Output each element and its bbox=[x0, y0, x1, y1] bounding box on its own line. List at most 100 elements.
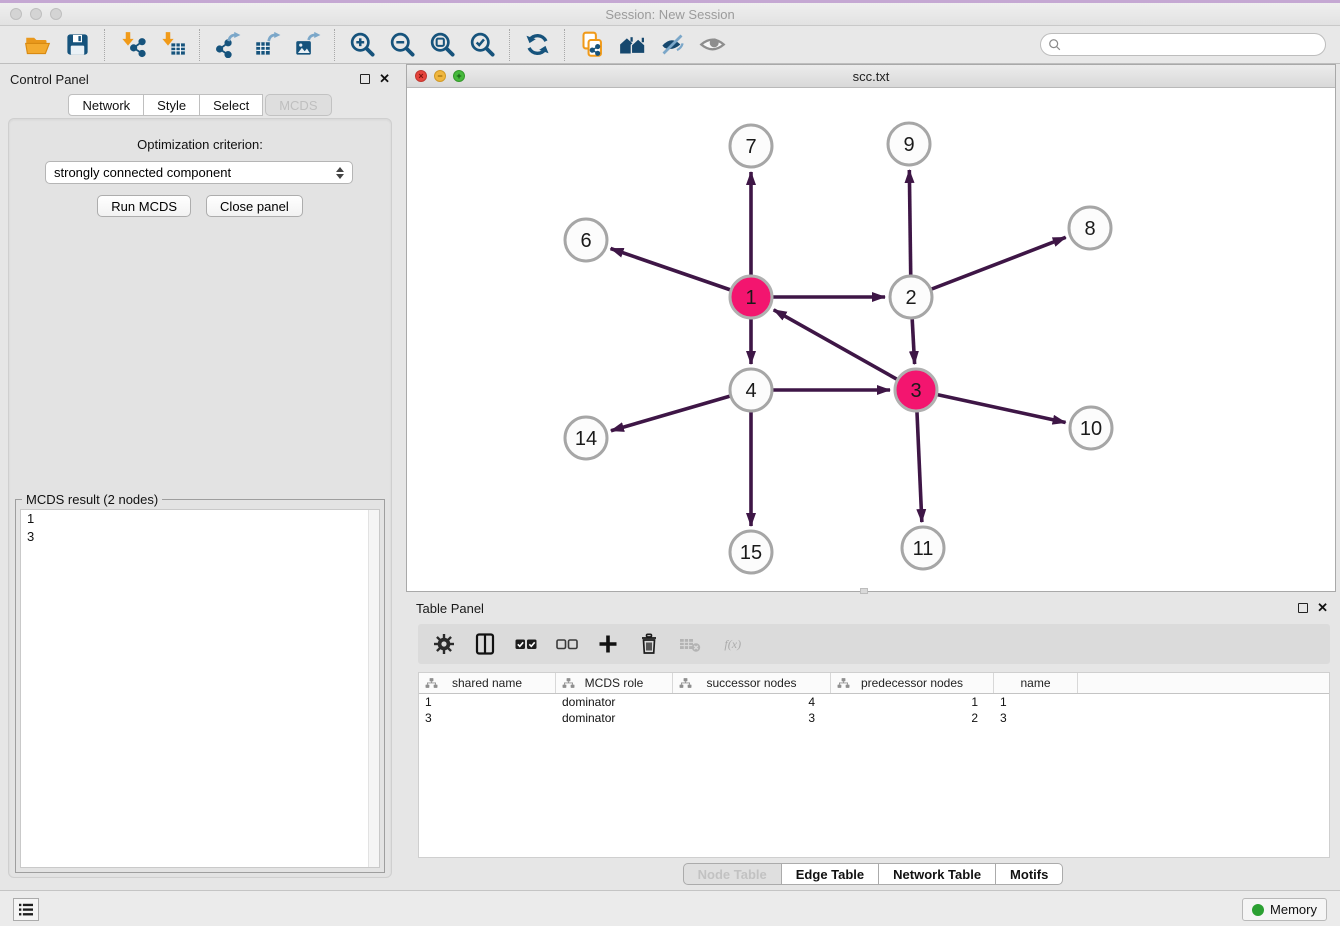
run-mcds-button[interactable]: Run MCDS bbox=[97, 195, 191, 217]
tab-style[interactable]: Style bbox=[144, 94, 200, 116]
criterion-select[interactable]: strongly connected component bbox=[45, 161, 353, 184]
delete-table-button bbox=[677, 631, 703, 657]
search-field[interactable] bbox=[1040, 33, 1326, 56]
mcds-result-item[interactable]: 3 bbox=[21, 528, 379, 546]
toggle-split-view-button[interactable] bbox=[472, 631, 498, 657]
graph-node-4[interactable]: 4 bbox=[730, 369, 772, 411]
column-header-MCDS-role[interactable]: MCDS role bbox=[556, 673, 673, 693]
save-session-button[interactable] bbox=[62, 30, 92, 60]
apply-layout-button[interactable] bbox=[522, 30, 552, 60]
tab-node-table[interactable]: Node Table bbox=[683, 863, 782, 885]
table-close-icon[interactable]: ✕ bbox=[1317, 603, 1328, 613]
control-panel: Control Panel ✕ NetworkStyleSelectMCDS O… bbox=[0, 64, 400, 890]
memory-button[interactable]: Memory bbox=[1242, 898, 1327, 921]
graph-node-6[interactable]: 6 bbox=[565, 219, 607, 261]
graph-node-8[interactable]: 8 bbox=[1069, 207, 1111, 249]
network-window-title: scc.txt bbox=[407, 69, 1335, 84]
table-options-button[interactable] bbox=[431, 631, 457, 657]
export-image-button[interactable] bbox=[292, 30, 322, 60]
tab-select[interactable]: Select bbox=[200, 94, 263, 116]
graph-edge-2-8[interactable] bbox=[911, 237, 1066, 297]
close-panel-icon[interactable]: ✕ bbox=[379, 74, 390, 84]
export-table-button[interactable] bbox=[252, 30, 282, 60]
table-row[interactable]: 3dominator323 bbox=[419, 710, 1329, 726]
table-float-icon[interactable] bbox=[1298, 603, 1308, 613]
import-network-button[interactable] bbox=[117, 30, 147, 60]
splitter-grip[interactable] bbox=[860, 588, 868, 594]
network-window-titlebar[interactable]: scc.txt × − + bbox=[407, 65, 1335, 88]
table-row[interactable]: 1dominator411 bbox=[419, 694, 1329, 710]
zoom-fit-button[interactable] bbox=[427, 30, 457, 60]
column-sort-icon bbox=[837, 677, 850, 690]
network-maximize-button[interactable]: + bbox=[453, 70, 465, 82]
tab-mcds[interactable]: MCDS bbox=[265, 94, 331, 116]
tab-motifs[interactable]: Motifs bbox=[996, 863, 1063, 885]
graph-node-3[interactable]: 3 bbox=[895, 369, 937, 411]
column-header-label: predecessor nodes bbox=[861, 676, 963, 690]
cell-predecessor-nodes[interactable]: 1 bbox=[831, 694, 994, 710]
optimization-criterion-label: Optimization criterion: bbox=[9, 137, 391, 152]
graph-edge-3-1[interactable] bbox=[774, 310, 916, 390]
tab-network-table[interactable]: Network Table bbox=[879, 863, 996, 885]
close-panel-button[interactable]: Close panel bbox=[206, 195, 303, 217]
graph-node-14[interactable]: 14 bbox=[565, 417, 607, 459]
split-view-icon bbox=[473, 632, 497, 656]
cell-successor-nodes[interactable]: 3 bbox=[673, 710, 831, 726]
cell-name[interactable]: 1 bbox=[994, 694, 1078, 710]
search-input[interactable] bbox=[1062, 38, 1325, 52]
graph-node-label: 11 bbox=[913, 538, 934, 560]
hide-panel-button[interactable] bbox=[657, 30, 687, 60]
tab-network[interactable]: Network bbox=[68, 94, 144, 116]
cell-shared-name[interactable]: 1 bbox=[419, 694, 556, 710]
result-scrollbar[interactable] bbox=[368, 510, 379, 867]
network-canvas[interactable]: 7 9 6 8 1 2 4 3 14 10 15 11 bbox=[407, 88, 1335, 591]
network-close-button[interactable]: × bbox=[415, 70, 427, 82]
unselect-all-button[interactable] bbox=[554, 631, 580, 657]
cell-name[interactable]: 3 bbox=[994, 710, 1078, 726]
graph-node-11[interactable]: 11 bbox=[902, 527, 944, 569]
graph-node-15[interactable]: 15 bbox=[730, 531, 772, 573]
add-column-button[interactable] bbox=[595, 631, 621, 657]
graph-node-label: 10 bbox=[1080, 418, 1102, 440]
eye-icon bbox=[699, 31, 726, 58]
graph-node-7[interactable]: 7 bbox=[730, 125, 772, 167]
cell-shared-name[interactable]: 3 bbox=[419, 710, 556, 726]
zoom-in-button[interactable] bbox=[347, 30, 377, 60]
graph-node-2[interactable]: 2 bbox=[890, 276, 932, 318]
delete-columns-button[interactable] bbox=[636, 631, 662, 657]
column-header-successor-nodes[interactable]: successor nodes bbox=[673, 673, 831, 693]
show-networks-overview-button[interactable] bbox=[617, 30, 647, 60]
unselect-all-icon bbox=[555, 632, 579, 656]
cell-MCDS-role[interactable]: dominator bbox=[556, 694, 673, 710]
tab-edge-table[interactable]: Edge Table bbox=[782, 863, 879, 885]
float-panel-icon[interactable] bbox=[360, 74, 370, 84]
mcds-result-list[interactable]: 13 bbox=[20, 509, 380, 868]
import-table-button[interactable] bbox=[157, 30, 187, 60]
show-task-history-button[interactable] bbox=[13, 898, 39, 921]
graph-node-9[interactable]: 9 bbox=[888, 123, 930, 165]
zoom-out-button[interactable] bbox=[387, 30, 417, 60]
network-minimize-button[interactable]: − bbox=[434, 70, 446, 82]
graph-node-1[interactable]: 1 bbox=[730, 276, 772, 318]
memory-label: Memory bbox=[1270, 902, 1317, 917]
cell-MCDS-role[interactable]: dominator bbox=[556, 710, 673, 726]
show-panel-button[interactable] bbox=[697, 30, 727, 60]
status-bar: Memory bbox=[0, 890, 1340, 926]
column-header-name[interactable]: name bbox=[994, 673, 1078, 693]
cell-predecessor-nodes[interactable]: 2 bbox=[831, 710, 994, 726]
clone-network-button[interactable] bbox=[577, 30, 607, 60]
graph-node-label: 6 bbox=[580, 230, 591, 252]
save-floppy-icon bbox=[64, 31, 91, 58]
graph-edge-3-10[interactable] bbox=[916, 390, 1066, 422]
plus-icon bbox=[596, 632, 620, 656]
column-header-predecessor-nodes[interactable]: predecessor nodes bbox=[831, 673, 994, 693]
column-header-shared-name[interactable]: shared name bbox=[419, 673, 556, 693]
open-session-button[interactable] bbox=[22, 30, 52, 60]
graph-node-10[interactable]: 10 bbox=[1070, 407, 1112, 449]
export-network-button[interactable] bbox=[212, 30, 242, 60]
zoom-selected-button[interactable] bbox=[467, 30, 497, 60]
mcds-result-item[interactable]: 1 bbox=[21, 510, 379, 528]
cell-successor-nodes[interactable]: 4 bbox=[673, 694, 831, 710]
graph-node-label: 2 bbox=[905, 287, 916, 309]
select-all-button[interactable] bbox=[513, 631, 539, 657]
